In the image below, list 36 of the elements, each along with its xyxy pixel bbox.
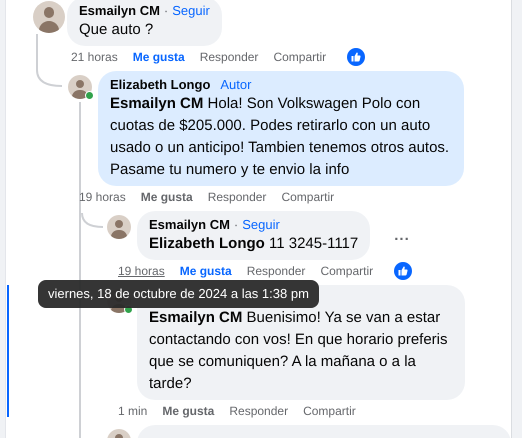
follow-link[interactable]: Seguir	[172, 2, 210, 19]
avatar[interactable]	[33, 1, 65, 33]
timestamp-link[interactable]: 19 horas	[118, 264, 165, 278]
comment-text: Elizabeth Longo 11 3245-1117	[149, 234, 358, 254]
reply-link[interactable]: Responder	[200, 50, 258, 64]
like-link[interactable]: Me gusta	[140, 190, 193, 204]
reply-link[interactable]: Responder	[246, 264, 306, 278]
date-tooltip: viernes, 18 de octubre de 2024 a las 1:38 pm	[38, 280, 319, 308]
separator-dot: ·	[234, 216, 238, 233]
share-link[interactable]: Compartir	[303, 404, 356, 418]
like-reaction-icon[interactable]	[347, 48, 366, 66]
avatar[interactable]	[107, 215, 131, 239]
separator-dot: ·	[164, 2, 168, 19]
like-link[interactable]: Me gusta	[162, 404, 214, 418]
avatar[interactable]	[68, 75, 92, 99]
author-name[interactable]: Esmailyn CM	[149, 216, 230, 233]
like-link[interactable]: Me gusta	[132, 50, 185, 64]
more-options-button[interactable]: ...	[394, 227, 410, 244]
comment-text: Que auto ?	[79, 20, 154, 40]
author-label: Autor	[220, 76, 252, 93]
share-link[interactable]: Compartir	[281, 190, 334, 204]
author-name[interactable]: Elizabeth Longo	[110, 76, 210, 93]
like-link[interactable]: Me gusta	[180, 264, 232, 278]
thread-line	[36, 34, 62, 87]
like-reaction-icon[interactable]	[394, 262, 412, 280]
timestamp-link[interactable]: 1 min	[118, 404, 148, 418]
author-name[interactable]: Esmailyn CM	[79, 2, 160, 19]
share-link[interactable]: Compartir	[273, 50, 326, 64]
comment-text: Esmailyn CM Hola! Son Volkswagen Polo con cuotas de $205.000. Podes retirarlo con un auto usado o un anticipo! Tambien tenemos otros autos. Pasame tu numero y te envio la info	[110, 94, 450, 180]
timestamp-link[interactable]: 21 horas	[71, 50, 118, 64]
reply-link[interactable]: Responder	[208, 190, 266, 204]
comment-text: Esmailyn CM Buenisimo! Ya se van a estar contactando con vos! En que horario preferis que se comuniquen? A la mañana o a la tarde?	[149, 308, 449, 394]
follow-link[interactable]: Seguir	[242, 216, 280, 233]
reply-link[interactable]: Responder	[229, 404, 288, 418]
timestamp-link[interactable]: 19 horas	[79, 190, 126, 204]
share-link[interactable]: Compartir	[320, 264, 374, 278]
